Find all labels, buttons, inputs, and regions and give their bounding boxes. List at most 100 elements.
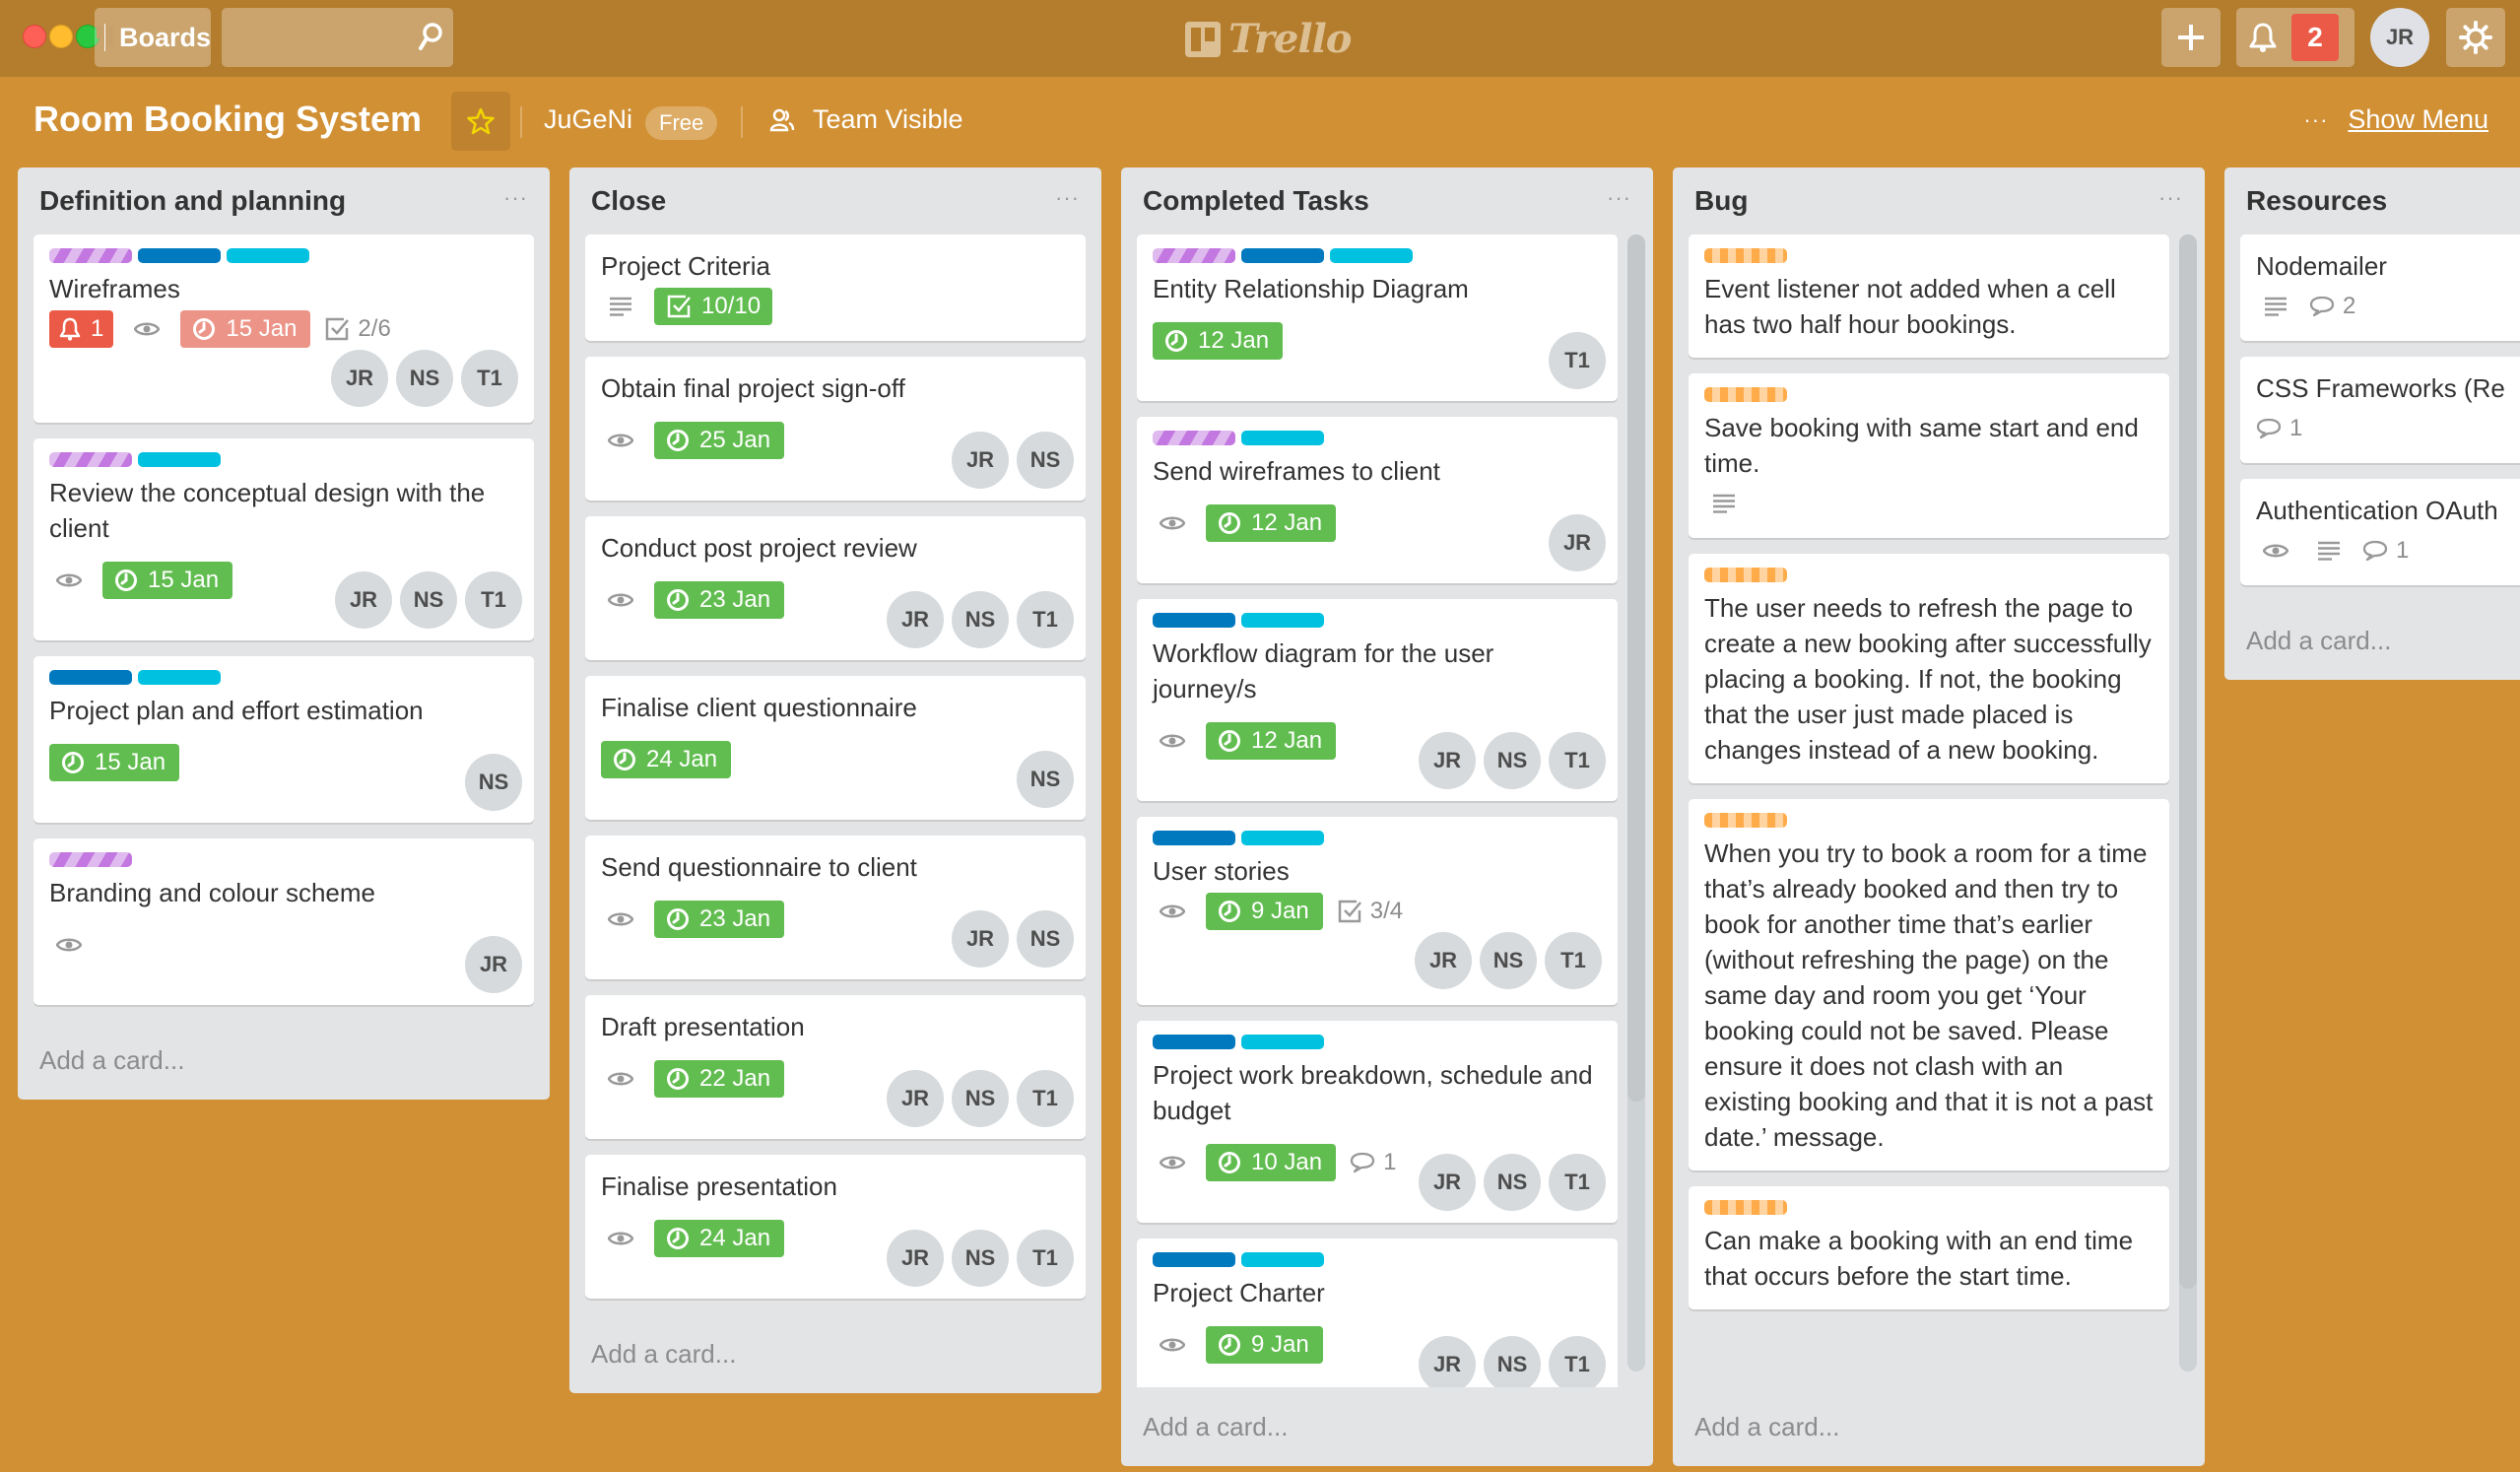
notifications-button[interactable]: 2 <box>2236 8 2354 67</box>
add-button[interactable] <box>2161 8 2221 67</box>
label-sky[interactable] <box>1330 248 1413 263</box>
member-avatar[interactable]: JR <box>465 936 522 993</box>
member-avatar[interactable]: NS <box>952 591 1009 648</box>
settings-button[interactable] <box>2446 8 2505 67</box>
label-blue[interactable] <box>1241 248 1324 263</box>
card[interactable]: CSS Frameworks (Re 1 <box>2240 357 2520 463</box>
member-avatar[interactable]: JR <box>1419 1154 1476 1211</box>
card[interactable]: Branding and colour scheme JR <box>33 838 534 1005</box>
card[interactable]: Can make a booking with an end time that… <box>1689 1186 2169 1309</box>
member-avatar[interactable]: NS <box>1484 732 1541 789</box>
user-avatar[interactable]: JR <box>2370 8 2429 67</box>
label-blue[interactable] <box>1153 831 1235 845</box>
card[interactable]: Send wireframes to client 12 Jan JR <box>1137 417 1618 583</box>
card[interactable]: Authentication OAuth 1 <box>2240 479 2520 585</box>
team-name-link[interactable]: JuGeNi <box>544 104 632 135</box>
add-card-button[interactable]: Add a card... <box>18 1021 550 1100</box>
list-title[interactable]: Resources <box>2246 185 2387 217</box>
list-menu-icon[interactable]: ··· <box>2158 185 2183 211</box>
member-avatar[interactable]: T1 <box>1549 332 1606 389</box>
add-card-button[interactable]: Add a card... <box>1121 1387 1653 1466</box>
label-sky[interactable] <box>138 452 221 467</box>
boards-button[interactable]: Boards <box>95 8 211 67</box>
label-purple[interactable] <box>1153 248 1235 263</box>
card[interactable]: Review the conceptual design with the cl… <box>33 438 534 640</box>
show-menu-button[interactable]: ··· Show Menu <box>2303 104 2488 135</box>
member-avatar[interactable]: JR <box>1415 932 1472 989</box>
member-avatar[interactable]: NS <box>465 754 522 811</box>
member-avatar[interactable]: JR <box>952 910 1009 968</box>
list-title[interactable]: Definition and planning <box>39 185 346 217</box>
member-avatar[interactable]: JR <box>335 571 392 629</box>
search-input[interactable] <box>222 8 453 67</box>
list-menu-icon[interactable]: ··· <box>1055 185 1080 211</box>
card[interactable]: Entity Relationship Diagram 12 Jan T1 <box>1137 234 1618 401</box>
member-avatar[interactable]: NS <box>1017 432 1074 489</box>
label-purple[interactable] <box>49 852 132 867</box>
member-avatar[interactable]: T1 <box>1545 932 1602 989</box>
label-blue[interactable] <box>138 248 221 263</box>
member-avatar[interactable]: T1 <box>1549 1154 1606 1211</box>
member-avatar[interactable]: JR <box>1419 1336 1476 1387</box>
member-avatar[interactable]: JR <box>1549 514 1606 571</box>
label-orange[interactable] <box>1704 568 1787 582</box>
label-purple[interactable] <box>1153 431 1235 445</box>
list-menu-icon[interactable]: ··· <box>503 185 528 211</box>
member-avatar[interactable]: NS <box>952 1230 1009 1287</box>
member-avatar[interactable]: JR <box>887 1230 944 1287</box>
board-title[interactable]: Room Booking System <box>33 99 422 140</box>
label-purple[interactable] <box>49 248 132 263</box>
member-avatar[interactable]: T1 <box>461 350 518 407</box>
card[interactable]: The user needs to refresh the page to cr… <box>1689 554 2169 783</box>
add-card-button[interactable]: Add a card... <box>569 1314 1101 1393</box>
label-sky[interactable] <box>227 248 309 263</box>
member-avatar[interactable]: T1 <box>1549 1336 1606 1387</box>
label-sky[interactable] <box>1241 613 1324 628</box>
label-orange[interactable] <box>1704 248 1787 263</box>
scrollbar-thumb[interactable] <box>2179 234 2197 1289</box>
card[interactable]: Nodemailer 2 <box>2240 234 2520 341</box>
member-avatar[interactable]: NS <box>1484 1154 1541 1211</box>
list-scrollbar[interactable] <box>2179 234 2197 1372</box>
card[interactable]: Save booking with same start and end tim… <box>1689 373 2169 538</box>
window-close-button[interactable] <box>23 25 46 48</box>
card[interactable]: Draft presentation 22 Jan JR NS T1 <box>585 995 1086 1139</box>
label-sky[interactable] <box>1241 1035 1324 1049</box>
card[interactable]: Send questionnaire to client 23 Jan JR NS <box>585 836 1086 979</box>
member-avatar[interactable]: JR <box>952 432 1009 489</box>
label-blue[interactable] <box>1153 1252 1235 1267</box>
card[interactable]: Event listener not added when a cell has… <box>1689 234 2169 358</box>
label-sky[interactable] <box>1241 831 1324 845</box>
member-avatar[interactable]: NS <box>396 350 453 407</box>
visibility-button[interactable]: Team Visible <box>769 104 963 135</box>
member-avatar[interactable]: JR <box>1419 732 1476 789</box>
card[interactable]: Finalise presentation 24 Jan JR NS T1 <box>585 1155 1086 1299</box>
label-orange[interactable] <box>1704 387 1787 402</box>
member-avatar[interactable]: JR <box>887 1070 944 1127</box>
label-blue[interactable] <box>49 670 132 685</box>
card[interactable]: Finalise client questionnaire 24 Jan NS <box>585 676 1086 820</box>
member-avatar[interactable]: NS <box>1484 1336 1541 1387</box>
card[interactable]: Project Charter 9 Jan JR NS T1 <box>1137 1238 1618 1387</box>
label-blue[interactable] <box>1153 1035 1235 1049</box>
member-avatar[interactable]: T1 <box>1017 591 1074 648</box>
member-avatar[interactable]: NS <box>1480 932 1537 989</box>
card[interactable]: Conduct post project review 23 Jan JR NS T1 <box>585 516 1086 660</box>
card[interactable]: Workflow diagram for the user journey/s 1… <box>1137 599 1618 801</box>
list-menu-icon[interactable]: ··· <box>1607 185 1631 211</box>
add-card-button[interactable]: Add a card... <box>1673 1387 2205 1466</box>
label-orange[interactable] <box>1704 1200 1787 1215</box>
label-sky[interactable] <box>1241 1252 1324 1267</box>
label-purple[interactable] <box>49 452 132 467</box>
card[interactable]: Wireframes 1 15 Jan 2/6 JR NS T1 <box>33 234 534 423</box>
card[interactable]: Project work breakdown, schedule and bud… <box>1137 1021 1618 1223</box>
member-avatar[interactable]: T1 <box>1017 1230 1074 1287</box>
member-avatar[interactable]: NS <box>1017 751 1074 808</box>
member-avatar[interactable]: T1 <box>465 571 522 629</box>
window-minimize-button[interactable] <box>49 25 73 48</box>
add-card-button[interactable]: Add a card... <box>2224 601 2520 680</box>
member-avatar[interactable]: NS <box>1017 910 1074 968</box>
member-avatar[interactable]: T1 <box>1017 1070 1074 1127</box>
card[interactable]: User stories 9 Jan 3/4 JR NS T1 <box>1137 817 1618 1005</box>
list-title[interactable]: Bug <box>1694 185 1748 217</box>
